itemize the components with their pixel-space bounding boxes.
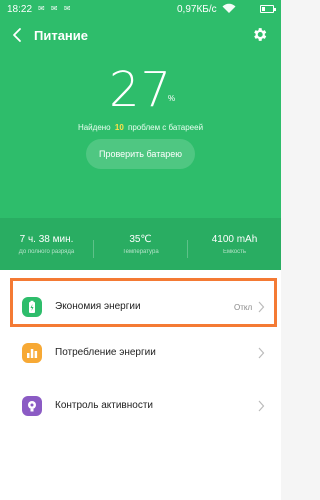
wifi-icon xyxy=(222,3,236,13)
battery-hero: 18:22 ✉ ✉ ✉ 0,97КБ/c Питание 27 % Найден… xyxy=(0,0,281,270)
notification-icons: ✉ ✉ ✉ xyxy=(38,4,73,13)
battery-saver-icon xyxy=(22,297,42,317)
menu-item-power-consumption[interactable]: Потребление энергии xyxy=(0,328,281,380)
chevron-right-icon xyxy=(258,400,265,412)
issues-suffix: проблем с батареей xyxy=(128,123,204,132)
battery-icon xyxy=(260,5,276,13)
menu-item-label: Контроль активности xyxy=(55,400,153,411)
stat-value: 7 ч. 38 мин. xyxy=(19,234,74,245)
stat-time-remaining: 7 ч. 38 мин. До полного разряда xyxy=(0,234,93,255)
stat-temperature: 35℃ Температура xyxy=(94,234,187,255)
stat-value: 4100 mAh xyxy=(211,234,258,245)
bar-chart-icon xyxy=(22,343,42,363)
arrow-left-icon[interactable] xyxy=(10,27,26,43)
issues-count: 10 xyxy=(114,123,124,132)
gear-icon[interactable] xyxy=(251,26,268,43)
check-battery-button[interactable]: Проверить батарею xyxy=(86,139,195,169)
status-time: 18:22 xyxy=(7,4,33,15)
stat-value: 35℃ xyxy=(129,234,152,245)
issues-prefix: Найдено xyxy=(77,123,111,132)
issues-summary: Найдено 10 проблем с батареей xyxy=(0,123,281,132)
status-bar: 18:22 ✉ ✉ ✉ 0,97КБ/c xyxy=(0,0,281,20)
stat-label: Температура xyxy=(122,249,159,255)
battery-percent-unit: % xyxy=(168,94,176,103)
battery-percentage: 27 % xyxy=(0,62,281,118)
network-speed: 0,97КБ/c xyxy=(177,4,217,15)
battery-stats: 7 ч. 38 мин. До полного разряда 35℃ Темп… xyxy=(0,234,281,270)
activity-control-icon xyxy=(22,396,42,416)
menu-item-label: Потребление энергии xyxy=(55,347,156,358)
chevron-right-icon xyxy=(258,301,265,313)
stat-label: До полного разряда xyxy=(18,249,75,255)
battery-percent-value: 27 xyxy=(108,62,173,118)
page-title: Питание xyxy=(34,28,89,43)
menu-item-value: Откл xyxy=(234,303,253,312)
menu-item-activity-control[interactable]: Контроль активности xyxy=(0,381,281,433)
settings-list: Экономия энергии Откл Потребление энерги… xyxy=(0,270,281,500)
stat-capacity: 4100 mAh Емкость xyxy=(188,234,281,255)
chevron-right-icon xyxy=(258,347,265,359)
menu-item-label: Экономия энергии xyxy=(55,301,141,312)
menu-item-battery-saver[interactable]: Экономия энергии Откл xyxy=(0,282,281,334)
stat-label: Емкость xyxy=(222,249,247,255)
